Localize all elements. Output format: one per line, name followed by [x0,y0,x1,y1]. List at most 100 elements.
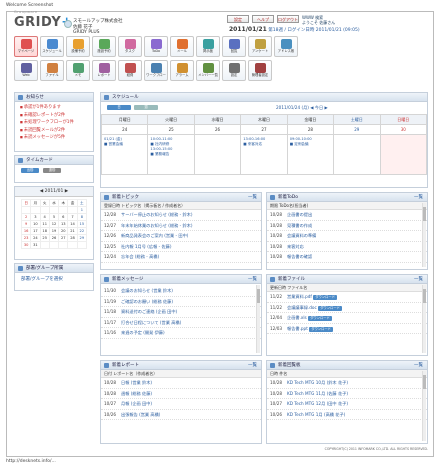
list-item[interactable]: 10/27 月報 (企画 田中) [101,399,261,410]
list-item[interactable]: 10/26 KD Tech MTG 1月 (高橋 花子) [267,410,427,420]
app-icon-button[interactable]: ワークフロー [144,60,168,81]
calendar-day[interactable]: 16 [20,227,32,235]
app-icon-button[interactable]: 設定 [222,60,246,81]
item-link[interactable]: KD Tech MTG 10月 (鈴木 花子) [287,380,348,385]
item-link[interactable]: 年末年始休業のお知らせ (総務 - 鈴木) [121,223,193,228]
item-link[interactable]: 見積書の作成 [287,223,312,228]
schedule-cell[interactable]: 09:00-10:00 ■ 定例会議 [286,134,335,175]
app-icon-button[interactable]: メンバー一覧 [196,60,220,81]
list-item[interactable]: 10/28 KD Tech MTG 10月 (鈴木 花子) [267,378,427,389]
item-link[interactable]: 打合せ日程について (営業 高橋) [121,320,181,325]
schedule-cell[interactable]: 10:00-11:00 ■ 社内研修 13:00-15:00 ■ 業務報告 [147,134,195,175]
app-icon-button[interactable]: メール [170,36,194,57]
item-link[interactable]: ご確認のお願い (総務 佐藤) [121,299,173,304]
calendar-day[interactable] [58,206,69,214]
calendar-day[interactable]: 29 [76,234,88,242]
reports-more-link[interactable]: 一覧 [248,361,257,370]
list-item[interactable]: 12/26 新商品発表会のご案内 (営業 - 田中) [101,231,261,242]
app-icon-button[interactable]: レポート [92,60,116,81]
app-icon-button[interactable]: Web [14,60,38,81]
settings-button[interactable]: 設定 [227,15,249,23]
app-icon-button[interactable]: 設備予約 [66,36,90,57]
schedule-date[interactable]: 24 [100,124,149,135]
item-link[interactable]: 企画書.xls [287,315,307,320]
calendar-day[interactable]: 5 [48,213,60,221]
app-icon-button[interactable]: アンケート [248,36,272,57]
app-icon-button[interactable]: 経費 [118,60,142,81]
item-link[interactable]: KD Tech MTG 11月 (佐藤 花子) [287,391,348,396]
item-link[interactable]: 来週の予定 (開発 伊藤) [121,330,165,335]
calendar-day[interactable]: 26 [48,234,60,242]
schedule-cell[interactable] [193,134,242,175]
item-link[interactable]: 社内報 1月号 (広報 - 佐藤) [121,244,171,249]
app-icon-button[interactable]: メモ [66,60,90,81]
list-item[interactable]: 11/16 来週の予定 (開発 伊藤) [101,328,261,339]
item-link[interactable]: 企画書の提出 [287,212,312,217]
app-icon-button[interactable]: ToDo [144,36,168,57]
item-link[interactable]: サーバー停止のお知らせ (総務 - 鈴木) [121,212,192,217]
calendar-day[interactable]: 7 [67,213,78,221]
calendar-day[interactable]: 24 [30,234,41,242]
schedule-cell[interactable]: 01/21 (金) ■ 営業会議 [100,134,149,175]
workflow-scrollbar[interactable] [422,371,426,441]
list-item[interactable]: 10/28 日報 (営業 鈴木) [101,378,261,389]
calendar-day[interactable]: 28 [67,234,78,242]
notice-item[interactable]: 未処理ワークフローが1件 [15,119,93,127]
schedule-date[interactable]: 29 [333,124,381,135]
list-item[interactable]: 12/24 忘年会 (総務 - 高橋) [101,252,261,263]
list-item[interactable]: 10/26 出張報告 (営業 高橋) [101,410,261,420]
item-link[interactable]: 忘年会 (総務 - 高橋) [121,254,159,259]
calendar-day[interactable]: 23 [20,234,32,242]
calendar-day[interactable]: 13 [58,220,69,228]
item-link[interactable]: 新商品発表会のご案内 (営業 - 田中) [121,233,188,238]
list-item[interactable]: 12/25 社内報 1月号 (広報 - 佐藤) [101,242,261,252]
list-item[interactable]: 11/22 会議議事録.doc ダウンロード [267,303,427,313]
list-item[interactable]: 11/30 会議のお知らせ (営業 鈴木) [101,286,261,297]
app-icon-button[interactable]: 管理者設定 [248,60,272,81]
calendar-day[interactable]: 25 [39,234,50,242]
calendar-day[interactable]: 14 [67,220,78,228]
calendar-day[interactable] [67,241,78,249]
week-view-button[interactable]: 週 [134,105,158,110]
list-item[interactable]: 10/28 企画書の提出 [267,210,427,221]
list-item[interactable]: 11/18 資料送付のご連絡 (企画 田中) [101,307,261,318]
item-link[interactable]: 週報 (総務 佐藤) [121,391,152,396]
item-link[interactable]: 会議資料の準備 [287,233,316,238]
app-icon-button[interactable]: タスク [118,36,142,57]
app-icon-button[interactable]: 掲示板 [196,36,220,57]
list-item[interactable]: 10/27 KD Tech MTG 12月 (田中 花子) [267,399,427,410]
day-view-button[interactable]: 日 [107,105,131,110]
calendar-day[interactable]: 18 [39,227,50,235]
schedule-nav[interactable]: 2011/01/24 (月) ◀ 今日 ▶ [276,105,328,111]
item-link[interactable]: 報告書の確認 [287,254,312,259]
calendar-day[interactable]: 12 [48,220,60,228]
calendar-day[interactable]: 17 [30,227,41,235]
schedule-cell[interactable] [379,134,428,175]
list-item[interactable]: 11/19 ご確認のお願い (総務 佐藤) [101,297,261,307]
calendar-day[interactable] [48,241,60,249]
app-icon-button[interactable]: ファイル [40,60,64,81]
app-icon-button[interactable]: 回覧 [222,36,246,57]
download-button[interactable]: ダウンロード [309,326,333,332]
item-link[interactable]: 会議のお知らせ (営業 鈴木) [121,288,173,293]
item-link[interactable]: 報告書.ppt [287,326,308,331]
calendar-day[interactable]: 21 [67,227,78,235]
workflow-more-link[interactable]: 一覧 [414,361,423,370]
next-month-icon[interactable]: ▶ [63,189,68,194]
app-icon-button[interactable]: 施設予約 [92,36,116,57]
list-item[interactable]: 10/28 KD Tech MTG 11月 (佐藤 花子) [267,389,427,399]
calendar-day[interactable]: 20 [58,227,69,235]
calendar-day[interactable]: 30 [20,241,32,249]
calendar-day[interactable] [67,206,78,214]
calendar-day[interactable]: 8 [76,213,88,221]
list-item[interactable]: 10/28 週報 (総務 佐藤) [101,389,261,399]
item-link[interactable]: 営業資料.pdf [287,294,312,299]
calendar-day[interactable]: 27 [58,234,69,242]
calendar-day[interactable]: 1 [76,206,88,214]
item-link[interactable]: KD Tech MTG 1月 (高橋 花子) [287,412,345,417]
list-item[interactable]: 10/28 会議資料の準備 [267,231,427,242]
list-item[interactable]: 11/17 打合せ日程について (営業 高橋) [101,318,261,328]
app-icon-button[interactable]: スケジュール [40,36,64,57]
download-button[interactable]: ダウンロード [308,316,332,321]
schedule-date[interactable]: 25 [147,124,195,135]
